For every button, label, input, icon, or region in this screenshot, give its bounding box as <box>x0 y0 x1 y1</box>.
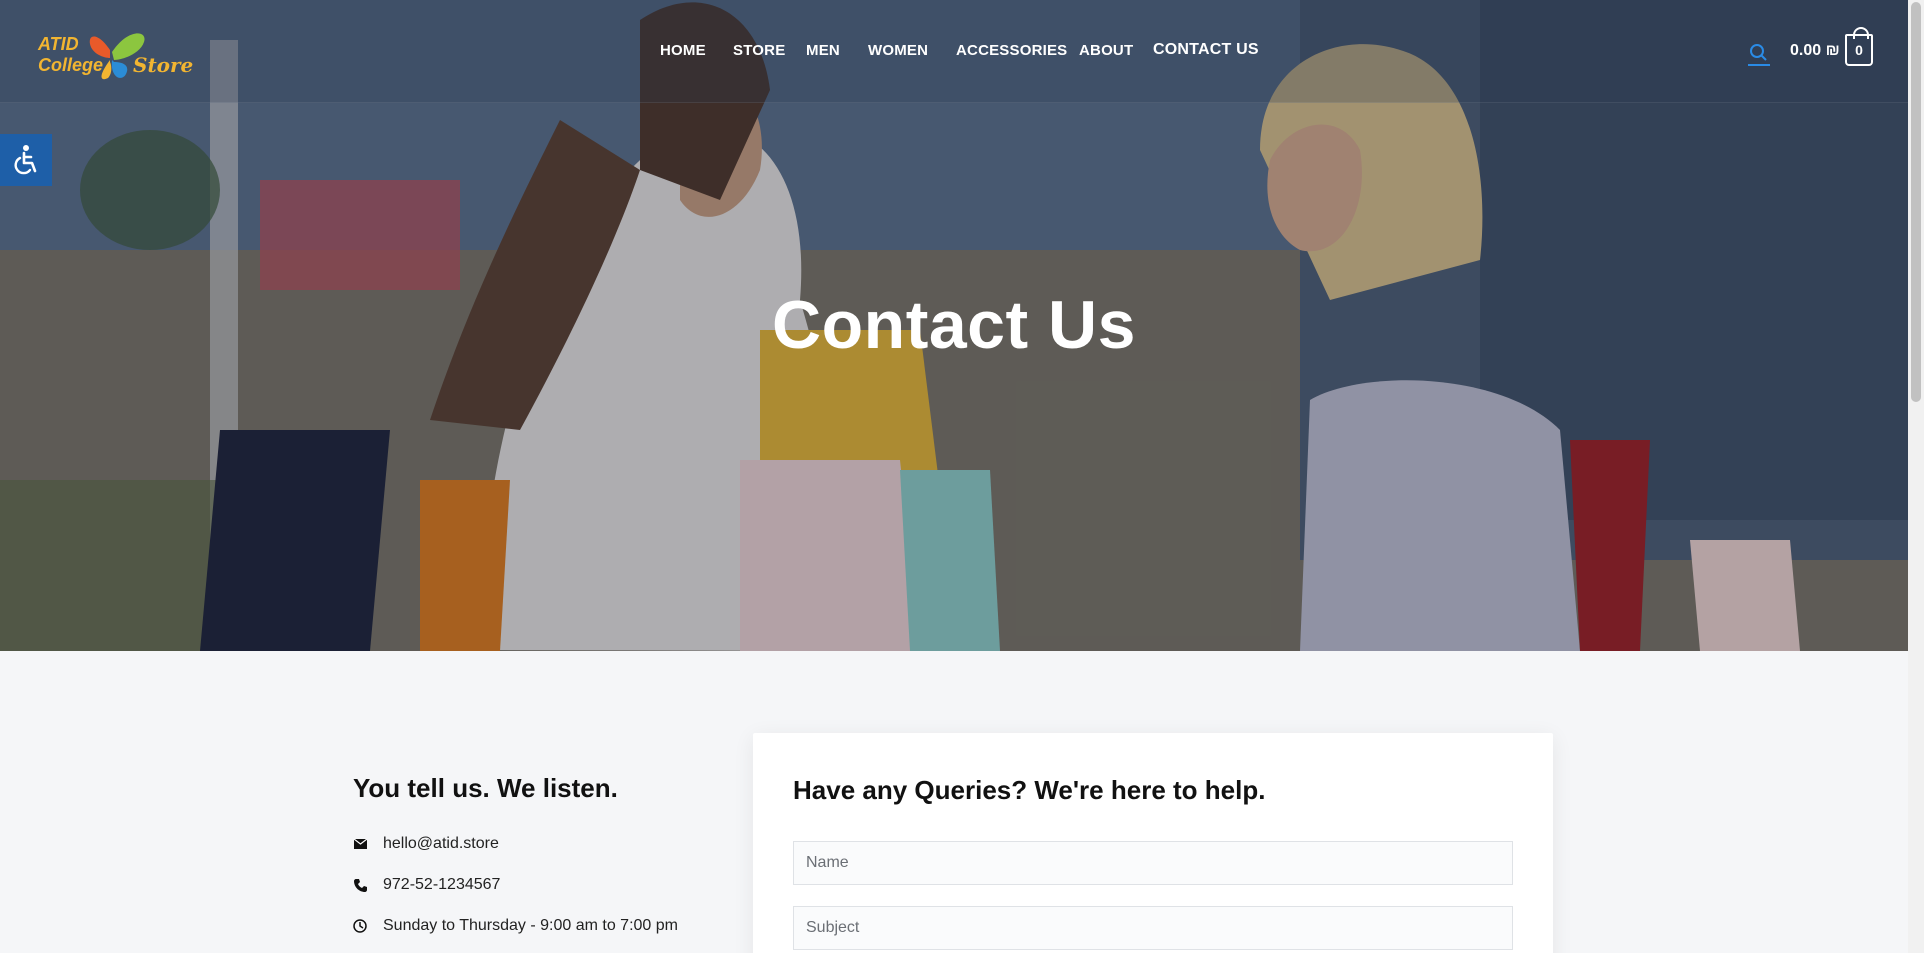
envelope-icon <box>353 837 367 851</box>
nav-women[interactable]: WOMEN <box>868 42 928 59</box>
clock-icon <box>353 919 367 933</box>
nav-store[interactable]: STORE <box>733 42 785 59</box>
nav-home[interactable]: HOME <box>660 42 706 59</box>
subject-input[interactable] <box>793 906 1513 950</box>
cart-total[interactable]: 0.00 ₪ <box>1790 42 1840 60</box>
logo-text-atid: ATID <box>38 34 79 54</box>
contact-phone[interactable]: 972-52-1234567 <box>383 876 500 894</box>
email-row: hello@atid.store <box>353 835 499 853</box>
search-icon[interactable] <box>1746 40 1772 66</box>
site-logo[interactable]: ATID College Store <box>38 22 198 80</box>
page-title: Contact Us <box>772 287 1136 363</box>
scrollbar-thumb[interactable] <box>1911 2 1921 402</box>
contact-info: You tell us. We listen. hello@atid.store… <box>353 773 678 934</box>
nav-accessories[interactable]: ACCESSORIES <box>956 42 1067 59</box>
cart-count: 0 <box>1855 42 1863 58</box>
contact-hours: Sunday to Thursday - 9:00 am to 7:00 pm <box>383 917 678 934</box>
phone-icon <box>353 878 367 892</box>
nav-men[interactable]: MEN <box>806 42 840 59</box>
contact-form: Have any Queries? We're here to help. <box>753 733 1553 953</box>
cart-bag-icon[interactable]: 0 <box>1845 27 1873 66</box>
name-input[interactable] <box>793 841 1513 885</box>
hours-row: Sunday to Thursday - 9:00 am to 7:00 pm <box>353 917 678 935</box>
nav-contact-us[interactable]: CONTACT US <box>1153 41 1259 59</box>
contact-info-heading: You tell us. We listen. <box>353 773 618 803</box>
logo-text-college: College <box>38 55 104 75</box>
logo-text-store: Store <box>133 53 194 77</box>
site-header <box>0 0 1908 103</box>
accessibility-button[interactable] <box>0 134 52 186</box>
nav-about[interactable]: ABOUT <box>1079 42 1133 59</box>
contact-email[interactable]: hello@atid.store <box>383 835 499 853</box>
phone-row: 972-52-1234567 <box>353 876 500 894</box>
form-heading: Have any Queries? We're here to help. <box>793 775 1266 805</box>
page-scrollbar[interactable] <box>1908 0 1924 953</box>
wheelchair-icon <box>14 145 37 175</box>
